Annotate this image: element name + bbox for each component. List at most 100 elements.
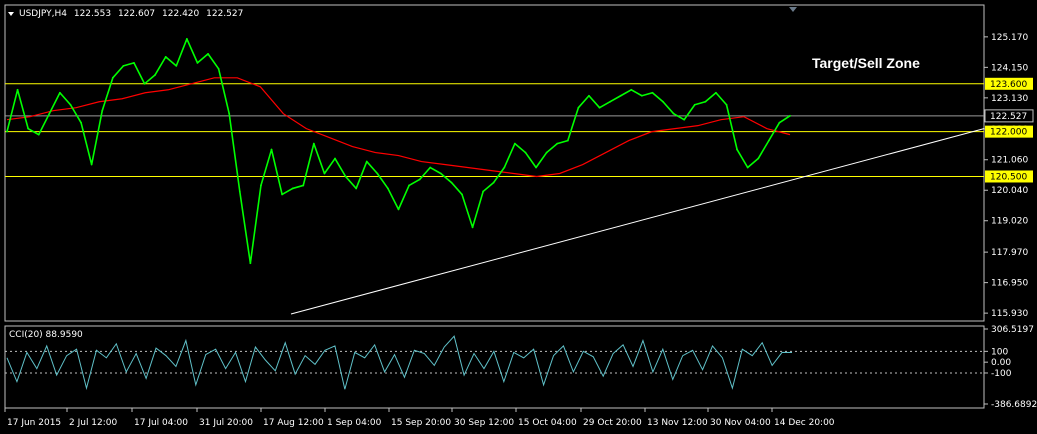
price-point — [789, 114, 791, 117]
price-point — [154, 73, 157, 76]
price-point — [672, 112, 675, 115]
cci-line — [6, 335, 793, 391]
price-point — [662, 100, 664, 103]
price-point — [175, 64, 178, 67]
price-point — [725, 103, 728, 106]
price-point — [281, 193, 284, 196]
x-tick-label: 13 Nov 12:00 — [647, 418, 708, 428]
price-point — [778, 121, 781, 124]
price-point — [27, 127, 30, 130]
price-point — [513, 142, 516, 145]
price-point — [59, 91, 61, 94]
y-tick-label: 115.930 — [991, 309, 1028, 319]
y-tick-label: 121.060 — [991, 156, 1028, 166]
price-point — [207, 52, 209, 55]
price-point — [439, 172, 442, 175]
ohlc-open: 122.553 — [74, 9, 111, 19]
price-point — [503, 166, 506, 169]
price-point — [80, 121, 82, 124]
price-point — [471, 226, 474, 229]
y-tick-label: 120.040 — [991, 186, 1028, 196]
price-point — [365, 160, 368, 163]
cci-label: CCI(20) 88.9590 — [9, 330, 83, 340]
price-point — [334, 157, 336, 160]
y-tick-label: 116.950 — [991, 279, 1028, 289]
price-point — [429, 166, 432, 169]
x-tick-label: 2 Jul 12:00 — [69, 418, 118, 428]
price-point — [619, 94, 622, 97]
symbol-header: USDJPY,H4 122.553 122.607 122.420 122.52… — [19, 9, 243, 19]
cci-tick-label: 0.00 — [991, 358, 1011, 368]
y-tick-label: 123.130 — [991, 94, 1028, 104]
price-point — [270, 148, 273, 151]
chart-shift-marker-icon[interactable] — [789, 7, 797, 12]
ohlc-low: 122.420 — [162, 9, 199, 19]
symbol-label: USDJPY,H4 — [19, 9, 67, 19]
level-label: 120.500 — [990, 172, 1027, 182]
price-point — [260, 184, 262, 187]
cci-tick-label: 100 — [991, 347, 1008, 357]
y-tick-label: 117.970 — [991, 248, 1028, 258]
price-point — [228, 112, 231, 115]
ascending-trendline[interactable] — [290, 128, 985, 315]
price-point — [757, 157, 760, 160]
ohlc-close: 122.527 — [206, 9, 243, 19]
price-point — [524, 151, 527, 154]
price-point — [238, 190, 241, 193]
price-label: 122.527 — [990, 112, 1027, 122]
price-point — [217, 67, 220, 70]
price-point — [143, 82, 146, 85]
x-tick-label: 15 Sep 20:00 — [391, 418, 451, 428]
price-point — [101, 109, 104, 112]
x-tick-label: 15 Oct 04:00 — [518, 418, 577, 428]
price-point — [16, 88, 19, 91]
ohlc-high: 122.607 — [118, 9, 155, 19]
price-point — [291, 187, 294, 190]
x-tick-label: 29 Oct 20:00 — [583, 418, 642, 428]
price-point — [196, 61, 199, 64]
price-point — [122, 64, 125, 67]
price-point — [588, 94, 590, 97]
price-point — [387, 187, 389, 190]
price-point — [556, 142, 559, 145]
price-point — [736, 148, 738, 151]
symbol-dropdown-icon[interactable] — [8, 12, 14, 16]
price-series-line — [6, 38, 791, 264]
price-point — [746, 166, 749, 169]
x-tick-label: 17 Aug 12:00 — [263, 418, 324, 428]
price-point — [767, 139, 770, 142]
price-point — [482, 190, 485, 193]
y-tick-label: 125.170 — [991, 33, 1028, 43]
level-label: 123.600 — [990, 80, 1027, 90]
cci-tick-label: -386.6892 — [991, 400, 1037, 410]
price-point — [133, 61, 135, 64]
price-point — [111, 76, 114, 79]
price-point — [185, 38, 188, 40]
y-tick-label: 119.020 — [991, 217, 1028, 227]
price-point — [37, 133, 40, 136]
price-point — [355, 187, 358, 190]
price-point — [323, 172, 326, 175]
price-point — [683, 118, 686, 121]
price-point — [630, 88, 633, 91]
price-point — [640, 94, 643, 97]
price-point — [545, 151, 548, 154]
price-point — [598, 106, 601, 109]
cci-panel-frame — [4, 325, 985, 409]
x-tick-label: 31 Jul 20:00 — [199, 418, 253, 428]
moving-average-line — [6, 77, 791, 178]
price-point — [704, 100, 707, 103]
x-tick-label: 1 Sep 04:00 — [327, 418, 382, 428]
price-point — [249, 262, 252, 265]
x-tick-label: 30 Sep 12:00 — [454, 418, 514, 428]
cci-tick-label: 306.5197 — [991, 325, 1034, 335]
price-point — [408, 184, 410, 187]
price-point — [48, 112, 51, 115]
price-point — [90, 163, 93, 166]
price-point — [577, 106, 580, 109]
price-point — [450, 181, 453, 184]
x-tick-label: 17 Jul 04:00 — [134, 418, 188, 428]
price-point — [418, 178, 421, 181]
y-tick-label: 124.150 — [991, 63, 1028, 73]
usdjpy-chart[interactable]: 125.170124.150123.130122.090121.060120.0… — [0, 0, 1037, 434]
